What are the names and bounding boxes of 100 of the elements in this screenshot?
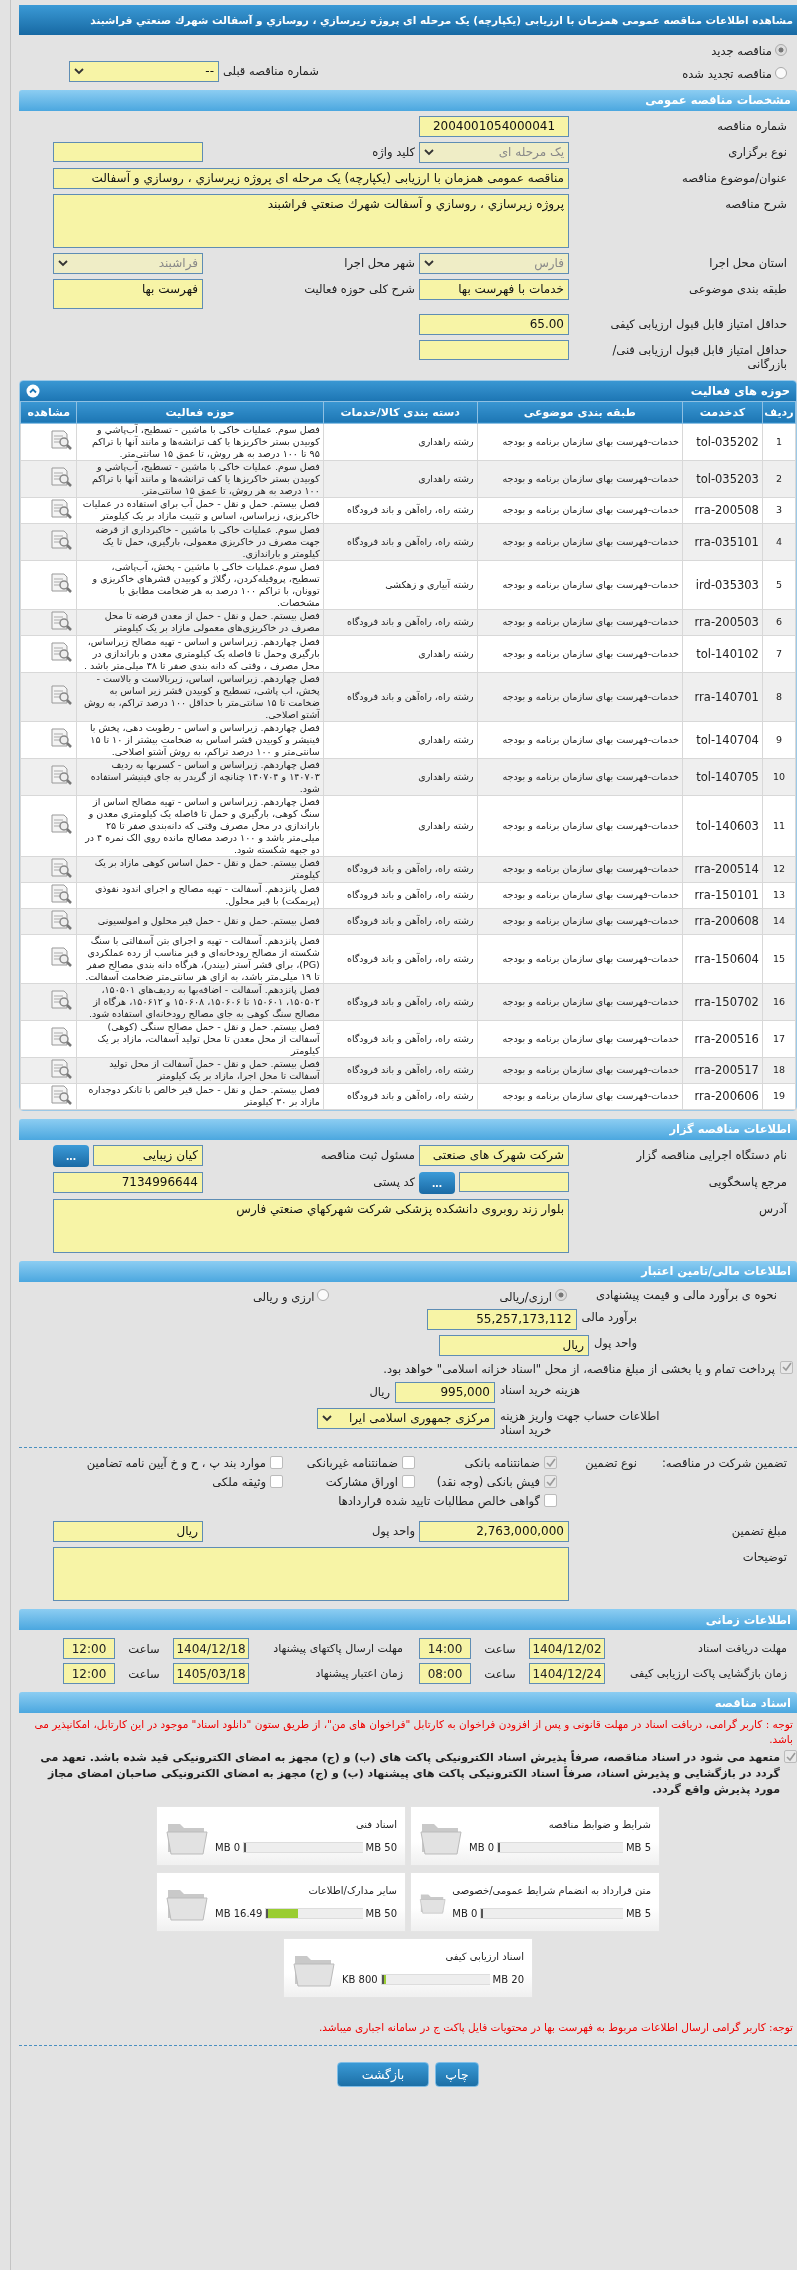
time-field[interactable]: 12:00	[63, 1663, 115, 1685]
browse-button[interactable]: ...	[419, 1171, 455, 1194]
document-search-icon[interactable]	[49, 1083, 74, 1106]
text-field[interactable]: ریال	[53, 1521, 203, 1543]
field-label: نوع برگزاری	[727, 143, 787, 160]
checkbox[interactable]	[544, 1475, 557, 1489]
check-icon	[785, 1751, 796, 1762]
radio-button[interactable]	[317, 1289, 330, 1302]
field-label: کلید واژه	[371, 143, 415, 160]
table-cell: rra-140701	[682, 672, 763, 721]
text-field[interactable]: شرکت شهرک های صنعتی	[419, 1144, 569, 1166]
checkbox-label: ضمانتنامه غیربانکی	[306, 1456, 398, 1471]
text-field[interactable]: 2,763,000,000	[419, 1521, 569, 1543]
checkbox[interactable]	[544, 1494, 557, 1508]
document-search-icon[interactable]	[49, 1057, 74, 1080]
text-field[interactable]: 995,000	[395, 1381, 495, 1403]
document-search-icon[interactable]	[49, 684, 74, 706]
radio-button[interactable]	[775, 67, 787, 80]
table-cell: رشته راه، راه‌آهن و باند فرودگاه	[323, 983, 478, 1020]
text-field[interactable]: 65.00	[419, 313, 569, 335]
date-field[interactable]: 1404/12/02	[529, 1638, 605, 1660]
text-area[interactable]: فهرست بها	[53, 278, 203, 309]
table-cell: 14	[762, 908, 796, 934]
radio-button[interactable]	[775, 43, 787, 56]
text-field[interactable]: ریال	[438, 1334, 589, 1356]
column-header: دسته بندی کالا/خدمات	[323, 401, 478, 423]
size-limit: 5 MB	[625, 1842, 651, 1854]
action-button[interactable]: بازگشت	[337, 2062, 429, 2088]
date-field[interactable]: 1405/03/18	[173, 1663, 249, 1685]
document-search-icon[interactable]	[49, 529, 74, 551]
text-area[interactable]	[53, 1547, 569, 1602]
text-field[interactable]: 7134996644	[53, 1171, 203, 1193]
table-cell: رشته راه، راه‌آهن و باند فرودگاه	[323, 497, 478, 523]
time-field[interactable]: 08:00	[419, 1663, 471, 1685]
text-field[interactable]	[459, 1171, 569, 1192]
document-search-icon[interactable]	[49, 946, 74, 968]
time-field[interactable]: 14:00	[419, 1638, 471, 1660]
checkbox[interactable]	[402, 1475, 415, 1489]
table-cell: رشته راهداری	[323, 758, 478, 795]
text-area[interactable]: پروژه زیرسازي ، روسازي و آسفالت شهرك صنعتي فراشبند	[53, 193, 569, 248]
table-cell: 19	[762, 1083, 796, 1109]
document-search-icon[interactable]	[49, 466, 74, 488]
table-cell: 12	[762, 856, 796, 882]
time-field[interactable]: 12:00	[63, 1638, 115, 1660]
document-search-icon[interactable]	[49, 989, 74, 1011]
text-field[interactable]: خدمات با فهرست بها	[419, 278, 569, 300]
checkbox[interactable]	[780, 1360, 793, 1374]
document-search-icon[interactable]	[49, 764, 74, 786]
table-cell: فصل بیستم. حمل و نقل - حمل آسفالت از محل تولید آسفالت تا محل اجرا، مازاد بر یک کیلومتر	[76, 1057, 324, 1083]
size-limit: 5 MB	[625, 1908, 651, 1920]
document-search-icon[interactable]	[49, 497, 74, 520]
section-header: اطلاعات مناقصه گزار	[19, 1118, 797, 1140]
table-cell: رشته راه، راه‌آهن و باند فرودگاه	[323, 609, 478, 635]
commitment-text: متعهد می شود در اسناد مناقصه، صرفاً پذیرش اسناد الکترونیکی پاکت های (ب) و (ج) مجهز به امضای الکترونیکی قید شده باشد. تعهد می گردد در بازگشایی و پذیرش اسناد، صرفاً اسناد الکترونیکی پاکت های پیشنهاد (ب) و (ج) مجهز به امضای الکترونیکی صاحبان امضای مجاز مورد پذیرش واقع گردد.	[39, 1750, 780, 1799]
table-cell: خدمات-فهرست بهای سازمان برنامه و بودجه	[477, 1057, 683, 1083]
table-cell: tol-140603	[682, 795, 763, 856]
table-cell: خدمات-فهرست بهای سازمان برنامه و بودجه	[477, 609, 683, 635]
text-field[interactable]: 2004001054000041	[419, 115, 569, 137]
collapse-icon[interactable]	[26, 383, 40, 398]
table-cell: فصل بیستم. حمل و نقل - حمل قیر محلول و امولسیونی	[76, 908, 324, 934]
text-area[interactable]: بلوار زند روبروی دانشکده پزشکی شرکت شهرکهاي صنعتي فارس	[53, 1198, 569, 1253]
document-search-icon[interactable]	[49, 908, 74, 931]
table-cell: رشته راه، راه‌آهن و باند فرودگاه	[323, 908, 478, 934]
document-search-icon[interactable]	[49, 429, 74, 451]
table-cell: خدمات-فهرست بهای سازمان برنامه و بودجه	[477, 672, 683, 721]
table-cell: tol-140704	[682, 721, 763, 758]
chevron-down-icon	[322, 1414, 332, 1422]
radio-button[interactable]	[555, 1289, 567, 1302]
text-field[interactable]	[53, 141, 203, 162]
document-search-icon[interactable]	[49, 813, 74, 835]
date-field[interactable]: 1404/12/24	[529, 1663, 605, 1685]
file-name: متن قرارداد به انضمام شرایط عمومی/خصوصی	[452, 1885, 651, 1897]
field-label: نوع تضمین	[584, 1456, 637, 1473]
document-search-icon[interactable]	[49, 1026, 74, 1048]
radio-label: مناقصه جدید	[711, 43, 772, 59]
action-button[interactable]: چاپ	[435, 2062, 479, 2088]
text-field[interactable]	[419, 339, 569, 360]
table-cell: فصل چهاردهم. زیراساس و اساس - تهیه مصالح اساس از سنگ کوهی، بارگیری و حمل تا فاصله یک کیلومتری معدن و باراندازی در محل مصرف وقتی که دانه‌بندی صفر تا ۲۵ میلی‌متر باشد و ۱۰۰ درصد مصالح مانده روی الک نمره ۴ در دو جبهه شکسته شود.	[76, 795, 324, 856]
document-search-icon[interactable]	[49, 727, 74, 749]
checkbox[interactable]	[270, 1456, 283, 1470]
document-search-icon[interactable]	[49, 641, 74, 663]
document-search-icon[interactable]	[49, 882, 74, 905]
table-cell: rra-200608	[682, 908, 763, 934]
document-search-icon[interactable]	[49, 572, 74, 594]
checkbox[interactable]	[270, 1475, 283, 1489]
dropdown-field[interactable]: --	[69, 60, 219, 82]
text-field[interactable]: کیان زیبایی	[93, 1144, 203, 1166]
browse-button[interactable]: ...	[53, 1144, 89, 1167]
file-name: اسناد فنی	[355, 1819, 397, 1831]
document-search-icon[interactable]	[49, 856, 74, 879]
text-field[interactable]: مناقصه عمومی همزمان با ارزیابی (یکپارچه) یک مرحله ای پروژه زیرسازي ، روسازي و آسفالت	[53, 167, 569, 189]
checkbox[interactable]	[544, 1456, 557, 1470]
document-search-icon[interactable]	[49, 609, 74, 632]
date-field[interactable]: 1404/12/18	[173, 1638, 249, 1660]
checkbox[interactable]	[402, 1456, 415, 1470]
table-cell: 16	[762, 983, 796, 1020]
dropdown-field[interactable]: مرکزی جمهوری اسلامی ایرا	[317, 1407, 495, 1429]
text-field[interactable]: 55,257,173,112	[426, 1308, 577, 1330]
radio-label: ارزی/ریالی	[499, 1288, 552, 1304]
checkbox[interactable]	[784, 1750, 797, 1764]
